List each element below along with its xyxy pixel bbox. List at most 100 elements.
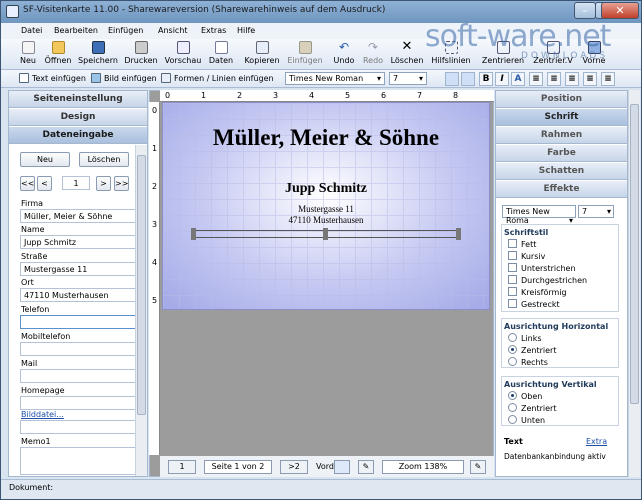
font-color-button[interactable]: A <box>511 72 525 86</box>
insert-image-button[interactable]: Bild einfügen <box>91 73 157 83</box>
card-street-text[interactable]: Mustergasse 11 <box>163 204 489 214</box>
ort-label: Ort <box>21 278 34 287</box>
right-scroll-thumb[interactable] <box>630 104 639 404</box>
open-button[interactable]: Öffnen <box>43 41 73 65</box>
right-scrollbar[interactable] <box>628 90 640 477</box>
menu-hilfe[interactable]: Hilfe <box>237 26 255 35</box>
preview-button[interactable]: Vorschau <box>163 41 203 65</box>
zoom-tool-icon[interactable]: ✎ <box>470 460 486 474</box>
memo-label: Memo1 <box>21 437 51 446</box>
redo-button[interactable]: ↷ Redo <box>361 41 385 65</box>
tab-position[interactable]: Position <box>496 91 627 108</box>
align-justify-button[interactable]: ≡ <box>583 72 597 86</box>
tab-seiteneinstellung[interactable]: Seiteneinstellung <box>9 91 147 108</box>
align-right-button[interactable]: ≡ <box>565 72 579 86</box>
tab-farbe[interactable]: Farbe <box>496 145 627 162</box>
insert-shapes-button[interactable]: Formen / Linien einfügen <box>161 73 274 83</box>
undo-button[interactable]: ↶ Undo <box>331 41 357 65</box>
image-file-link[interactable]: Bilddatei... <box>21 410 64 419</box>
save-button[interactable]: Speichern <box>77 41 119 65</box>
mobiltelefon-field[interactable] <box>20 342 138 356</box>
card-name-text[interactable]: Jupp Schmitz <box>163 181 489 197</box>
left-scroll-thumb[interactable] <box>137 155 146 415</box>
align-center-button[interactable]: ≡ <box>547 72 561 86</box>
menu-ansicht[interactable]: Ansicht <box>158 26 188 35</box>
font-size-select[interactable]: 7 ▾ <box>389 72 427 85</box>
menu-einfuegen[interactable]: Einfügen <box>108 26 143 35</box>
print-button[interactable]: Drucken <box>123 41 159 65</box>
pencil-tool-icon[interactable]: ✎ <box>358 460 374 474</box>
paste-button[interactable]: Einfügen <box>285 41 325 65</box>
next-record-button[interactable]: > <box>96 176 111 191</box>
tab-dateneingabe[interactable]: Dateneingabe <box>9 127 147 144</box>
save-disk-icon <box>91 41 105 54</box>
italic-checkbox[interactable]: Kursiv <box>508 251 545 261</box>
strasse-label: Straße <box>21 252 48 261</box>
tab-effekte[interactable]: Effekte <box>496 181 627 198</box>
name-field[interactable]: Jupp Schmitz <box>20 235 138 249</box>
v-top-radio[interactable]: Oben <box>508 391 542 401</box>
size-up-button[interactable] <box>445 72 459 86</box>
align-left-button[interactable]: ≡ <box>529 72 543 86</box>
memo-field[interactable] <box>20 447 138 475</box>
card-company-text[interactable]: Müller, Meier & Söhne <box>163 125 489 151</box>
stretched-checkbox[interactable]: Gestreckt <box>508 299 560 309</box>
tab-schrift[interactable]: Schrift <box>496 109 627 126</box>
h-right-radio[interactable]: Rechts <box>508 357 548 367</box>
extra-link[interactable]: Extra <box>586 437 607 446</box>
bold-button[interactable]: B <box>479 72 493 86</box>
page-2-button[interactable]: >2 <box>280 460 308 474</box>
tab-rahmen[interactable]: Rahmen <box>496 127 627 144</box>
v-center-radio[interactable]: Zentriert <box>508 403 556 413</box>
window-title: SF-Visitenkarte 11.00 - Sharewareversion… <box>23 5 386 15</box>
undo-arrow-icon: ↶ <box>338 40 350 54</box>
first-record-button[interactable]: << <box>20 176 35 191</box>
delete-record-button[interactable]: Löschen <box>79 152 129 167</box>
bold-checkbox[interactable]: Fett <box>508 239 536 249</box>
close-window-button[interactable]: ✕ <box>601 2 639 19</box>
menu-bearbeiten[interactable]: Bearbeiten <box>54 26 98 35</box>
status-document-label: Dokument: <box>9 483 54 492</box>
prev-record-button[interactable]: < <box>37 176 52 191</box>
selection-handle[interactable] <box>323 228 328 240</box>
image-file-field[interactable] <box>20 420 138 434</box>
h-center-radio[interactable]: Zentriert <box>508 345 556 355</box>
last-record-button[interactable]: >> <box>114 176 129 191</box>
telefon-field[interactable] <box>20 315 138 329</box>
menu-extras[interactable]: Extras <box>201 26 226 35</box>
panel-font-select[interactable]: Times New Roma ▾ <box>502 205 576 225</box>
ort-field[interactable]: 47110 Musterhausen <box>20 288 138 302</box>
underline-checkbox[interactable]: Unterstrichen <box>508 263 576 273</box>
page-view-icon[interactable] <box>334 460 350 474</box>
record-index-input[interactable]: 1 <box>62 176 90 190</box>
v-bottom-radio[interactable]: Unten <box>508 415 545 425</box>
size-down-button[interactable] <box>461 72 475 86</box>
firma-field[interactable]: Müller, Meier & Söhne <box>20 209 138 223</box>
tab-schatten[interactable]: Schatten <box>496 163 627 180</box>
tab-design[interactable]: Design <box>9 109 147 126</box>
strikethrough-checkbox[interactable]: Durchgestrichen <box>508 275 587 285</box>
new-record-button[interactable]: Neu <box>20 152 70 167</box>
menu-datei[interactable]: Datei <box>21 26 42 35</box>
font-family-select[interactable]: Times New Roman ▾ <box>285 72 385 85</box>
homepage-field[interactable] <box>20 396 138 410</box>
panel-size-select[interactable]: 7 ▾ <box>578 205 614 218</box>
delete-button[interactable]: ✕ Löschen <box>389 40 425 65</box>
italic-button[interactable]: I <box>495 72 509 86</box>
align-block-button[interactable]: ≡ <box>601 72 615 86</box>
card-city-text[interactable]: 47110 Musterhausen <box>163 215 489 225</box>
strasse-field[interactable]: Mustergasse 11 <box>20 262 138 276</box>
page-1-button[interactable]: 1 <box>168 460 196 474</box>
new-button[interactable]: Neu <box>15 41 41 65</box>
mail-field[interactable] <box>20 369 138 383</box>
copy-button[interactable]: Kopieren <box>243 41 281 65</box>
circular-checkbox[interactable]: Kreisförmig <box>508 287 567 297</box>
business-card-canvas[interactable]: Müller, Meier & Söhne Jupp Schmitz Muste… <box>162 102 490 310</box>
insert-text-button[interactable]: Text einfügen <box>19 73 86 83</box>
selection-handle[interactable] <box>191 228 196 240</box>
selection-handle[interactable] <box>456 228 461 240</box>
data-button[interactable]: Daten <box>207 41 235 65</box>
minimize-button[interactable]: – <box>574 2 596 19</box>
h-left-radio[interactable]: Links <box>508 333 542 343</box>
left-scrollbar[interactable] <box>135 145 147 476</box>
